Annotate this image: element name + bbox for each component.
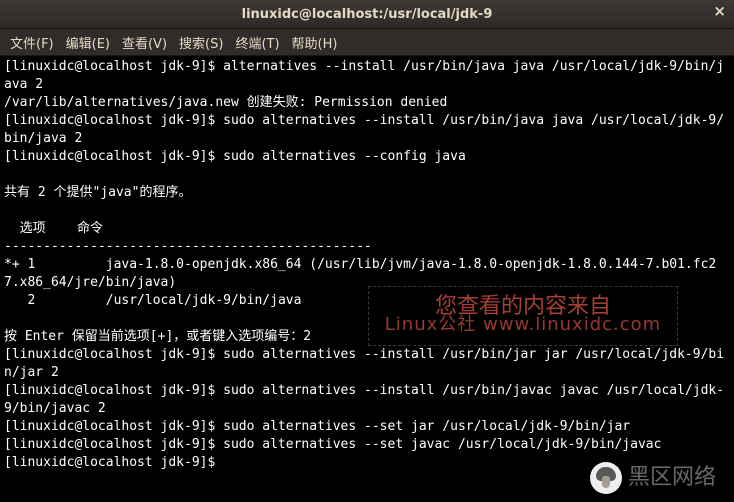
term-line: [linuxidc@localhost jdk-9]$ alternatives…	[4, 59, 724, 92]
terminal-body[interactable]: [linuxidc@localhost jdk-9]$ alternatives…	[0, 56, 734, 502]
term-line: /var/lib/alternatives/java.new 创建失败: Per…	[4, 95, 447, 110]
term-line: [linuxidc@localhost jdk-9]$	[4, 455, 223, 470]
menubar: 文件(F) 编辑(E) 查看(V) 搜索(S) 终端(T) 帮助(H)	[0, 29, 734, 56]
menu-edit[interactable]: 编辑(E)	[66, 33, 110, 52]
term-line: [linuxidc@localhost jdk-9]$ sudo alterna…	[4, 437, 661, 452]
term-line: *+ 1 java-1.8.0-openjdk.x86_64 (/usr/lib…	[4, 257, 716, 290]
watermark-text: 黑区网络	[628, 469, 716, 487]
term-line: [linuxidc@localhost jdk-9]$ sudo alterna…	[4, 113, 724, 146]
terminal-window: linuxidc@localhost:/usr/local/jdk-9 × 文件…	[0, 0, 734, 502]
window-title: linuxidc@localhost:/usr/local/jdk-9	[242, 7, 493, 22]
titlebar: linuxidc@localhost:/usr/local/jdk-9 ×	[0, 0, 734, 29]
menu-terminal[interactable]: 终端(T)	[235, 33, 279, 52]
term-line: 2 /usr/local/jdk-9/bin/java	[4, 293, 301, 308]
term-line: [linuxidc@localhost jdk-9]$ sudo alterna…	[4, 347, 724, 380]
term-line: 共有 2 个提供"java"的程序。	[4, 185, 191, 200]
term-line: [linuxidc@localhost jdk-9]$ sudo alterna…	[4, 383, 724, 416]
close-icon[interactable]: ×	[713, 2, 726, 20]
term-line: ----------------------------------------…	[4, 239, 372, 254]
menu-search[interactable]: 搜索(S)	[179, 33, 223, 52]
menu-help[interactable]: 帮助(H)	[292, 33, 338, 52]
watermark-line1: 您查看的内容来自	[435, 298, 611, 316]
mushroom-icon	[590, 462, 622, 494]
term-line: 按 Enter 保留当前选项[+]，或者键入选项编号：2	[4, 329, 311, 344]
menu-view[interactable]: 查看(V)	[122, 33, 167, 52]
term-line: 选项 命令	[4, 221, 103, 236]
term-line: [linuxidc@localhost jdk-9]$ sudo alterna…	[4, 149, 466, 164]
watermark-line2: Linux公社 www.linuxidc.com	[385, 316, 661, 334]
watermark-linuxidc: 您查看的内容来自 Linux公社 www.linuxidc.com	[368, 286, 678, 346]
term-line: [linuxidc@localhost jdk-9]$ sudo alterna…	[4, 419, 630, 434]
menu-file[interactable]: 文件(F)	[10, 33, 54, 52]
watermark-heiqu: 黑区网络	[590, 462, 716, 494]
